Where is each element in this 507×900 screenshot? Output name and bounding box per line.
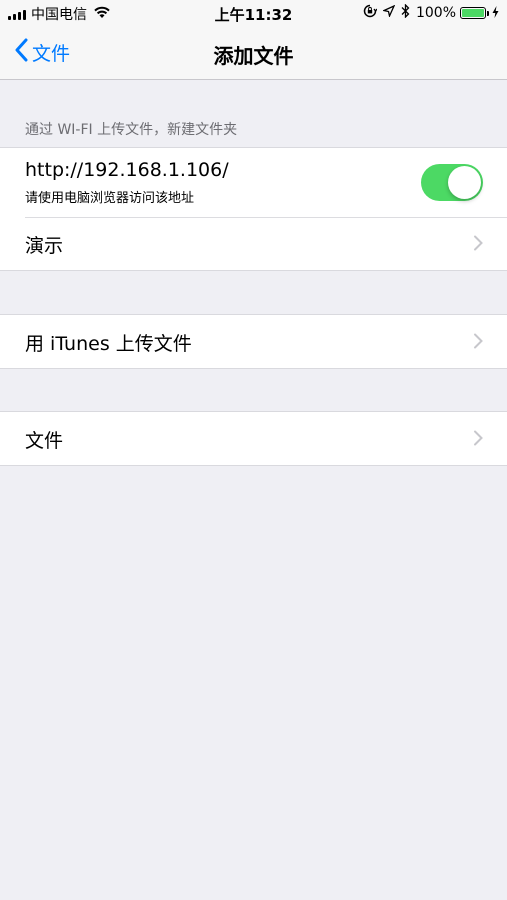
battery-percent: 100%: [415, 5, 456, 21]
wifi-section-header: 通过 WI-FI 上传文件，新建文件夹: [25, 122, 238, 138]
status-right: 100%: [363, 3, 499, 22]
page-title: 添加文件: [213, 44, 294, 68]
navigation-bar: 文件 添加文件: [0, 28, 507, 80]
wifi-group: http://192.168.1.106/ 请使用电脑浏览器访问该地址 演示: [0, 147, 507, 271]
battery-icon: [460, 7, 486, 19]
chevron-right-icon: [473, 430, 483, 450]
bluetooth-icon: [401, 3, 410, 22]
files-group: 文件: [0, 411, 507, 466]
demo-label: 演示: [25, 235, 64, 257]
battery-tip: [487, 10, 489, 16]
charging-icon: [492, 5, 499, 21]
chevron-right-icon: [473, 333, 483, 353]
location-icon: [381, 4, 396, 21]
toggle-knob: [448, 166, 481, 199]
itunes-upload-label: 用 iTunes 上传文件: [25, 333, 192, 355]
orientation-lock-icon: [363, 4, 378, 22]
files-label: 文件: [25, 430, 64, 452]
demo-row[interactable]: 演示: [0, 217, 507, 270]
wifi-url: http://192.168.1.106/: [25, 159, 229, 181]
battery-level: [462, 9, 484, 17]
itunes-group: 用 iTunes 上传文件: [0, 314, 507, 369]
wifi-url-row: http://192.168.1.106/ 请使用电脑浏览器访问该地址: [0, 148, 507, 217]
itunes-upload-row[interactable]: 用 iTunes 上传文件: [0, 315, 507, 368]
files-row[interactable]: 文件: [0, 412, 507, 465]
chevron-right-icon: [473, 235, 483, 255]
wifi-upload-toggle[interactable]: [421, 164, 483, 201]
status-bar: 中国电信 上午11:32 100%: [0, 0, 507, 28]
wifi-url-hint: 请使用电脑浏览器访问该地址: [25, 191, 195, 206]
